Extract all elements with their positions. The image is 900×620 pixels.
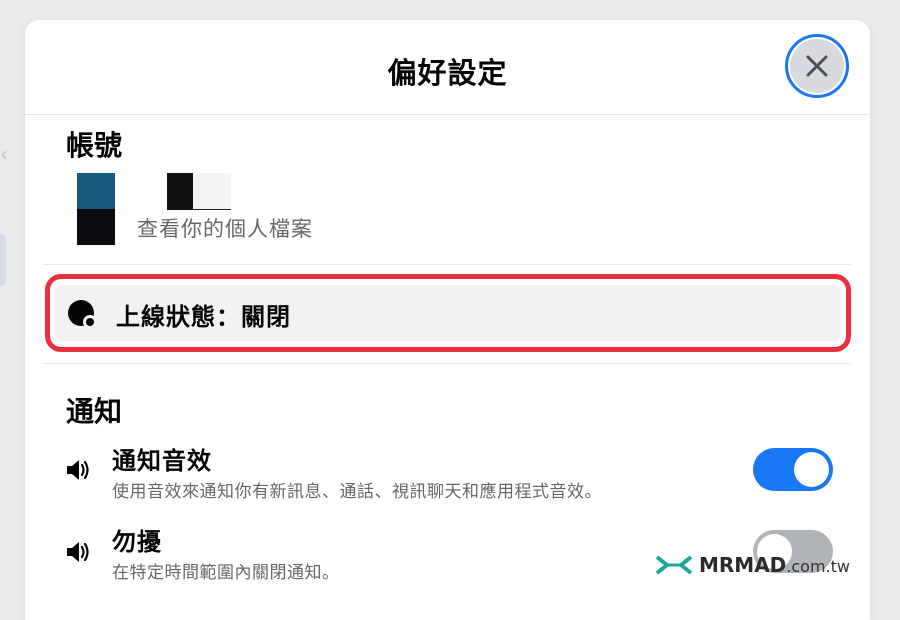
background-panel-edge <box>0 234 6 286</box>
close-icon <box>806 55 828 77</box>
do-not-disturb-label: 勿擾 <box>112 528 162 556</box>
speaker-icon <box>67 542 89 562</box>
watermark-text: MRMAD.com.tw <box>699 553 850 577</box>
close-button-background[interactable] <box>790 39 844 93</box>
dialog-title: 偏好設定 <box>387 56 508 90</box>
mrmad-logo-icon <box>655 555 693 575</box>
notification-sounds-label: 通知音效 <box>112 447 212 475</box>
dialog-header: 偏好設定 <box>25 20 870 115</box>
notification-sounds-toggle[interactable] <box>753 448 833 491</box>
redacted-username <box>153 173 231 210</box>
view-profile-link[interactable]: 查看你的個人檔案 <box>137 213 313 243</box>
avatar[interactable] <box>77 173 115 245</box>
do-not-disturb-description: 在特定時間範圍內關閉通知。 <box>112 563 340 583</box>
active-status-label: 上線狀態：關閉 <box>116 303 291 331</box>
speaker-icon <box>67 460 89 480</box>
background-chevron-left-icon: ‹ <box>0 142 8 166</box>
active-status-icon <box>68 300 97 329</box>
close-button[interactable] <box>785 34 849 98</box>
preferences-dialog: 偏好設定 帳號 查看你的個人檔案 上線狀態：關閉 通知 通知音效 使用音效來通知… <box>25 20 870 620</box>
account-heading: 帳號 <box>66 129 123 162</box>
divider <box>43 264 851 265</box>
active-status-highlight: 上線狀態：關閉 <box>45 274 851 352</box>
divider <box>43 363 851 364</box>
notification-sounds-description: 使用音效來通知你有新訊息、通話、視訊聊天和應用程式音效。 <box>112 482 602 502</box>
watermark: MRMAD.com.tw <box>655 552 850 578</box>
toggle-knob <box>794 452 829 487</box>
notifications-heading: 通知 <box>66 395 123 428</box>
active-status-row[interactable]: 上線狀態：關閉 <box>56 285 840 341</box>
